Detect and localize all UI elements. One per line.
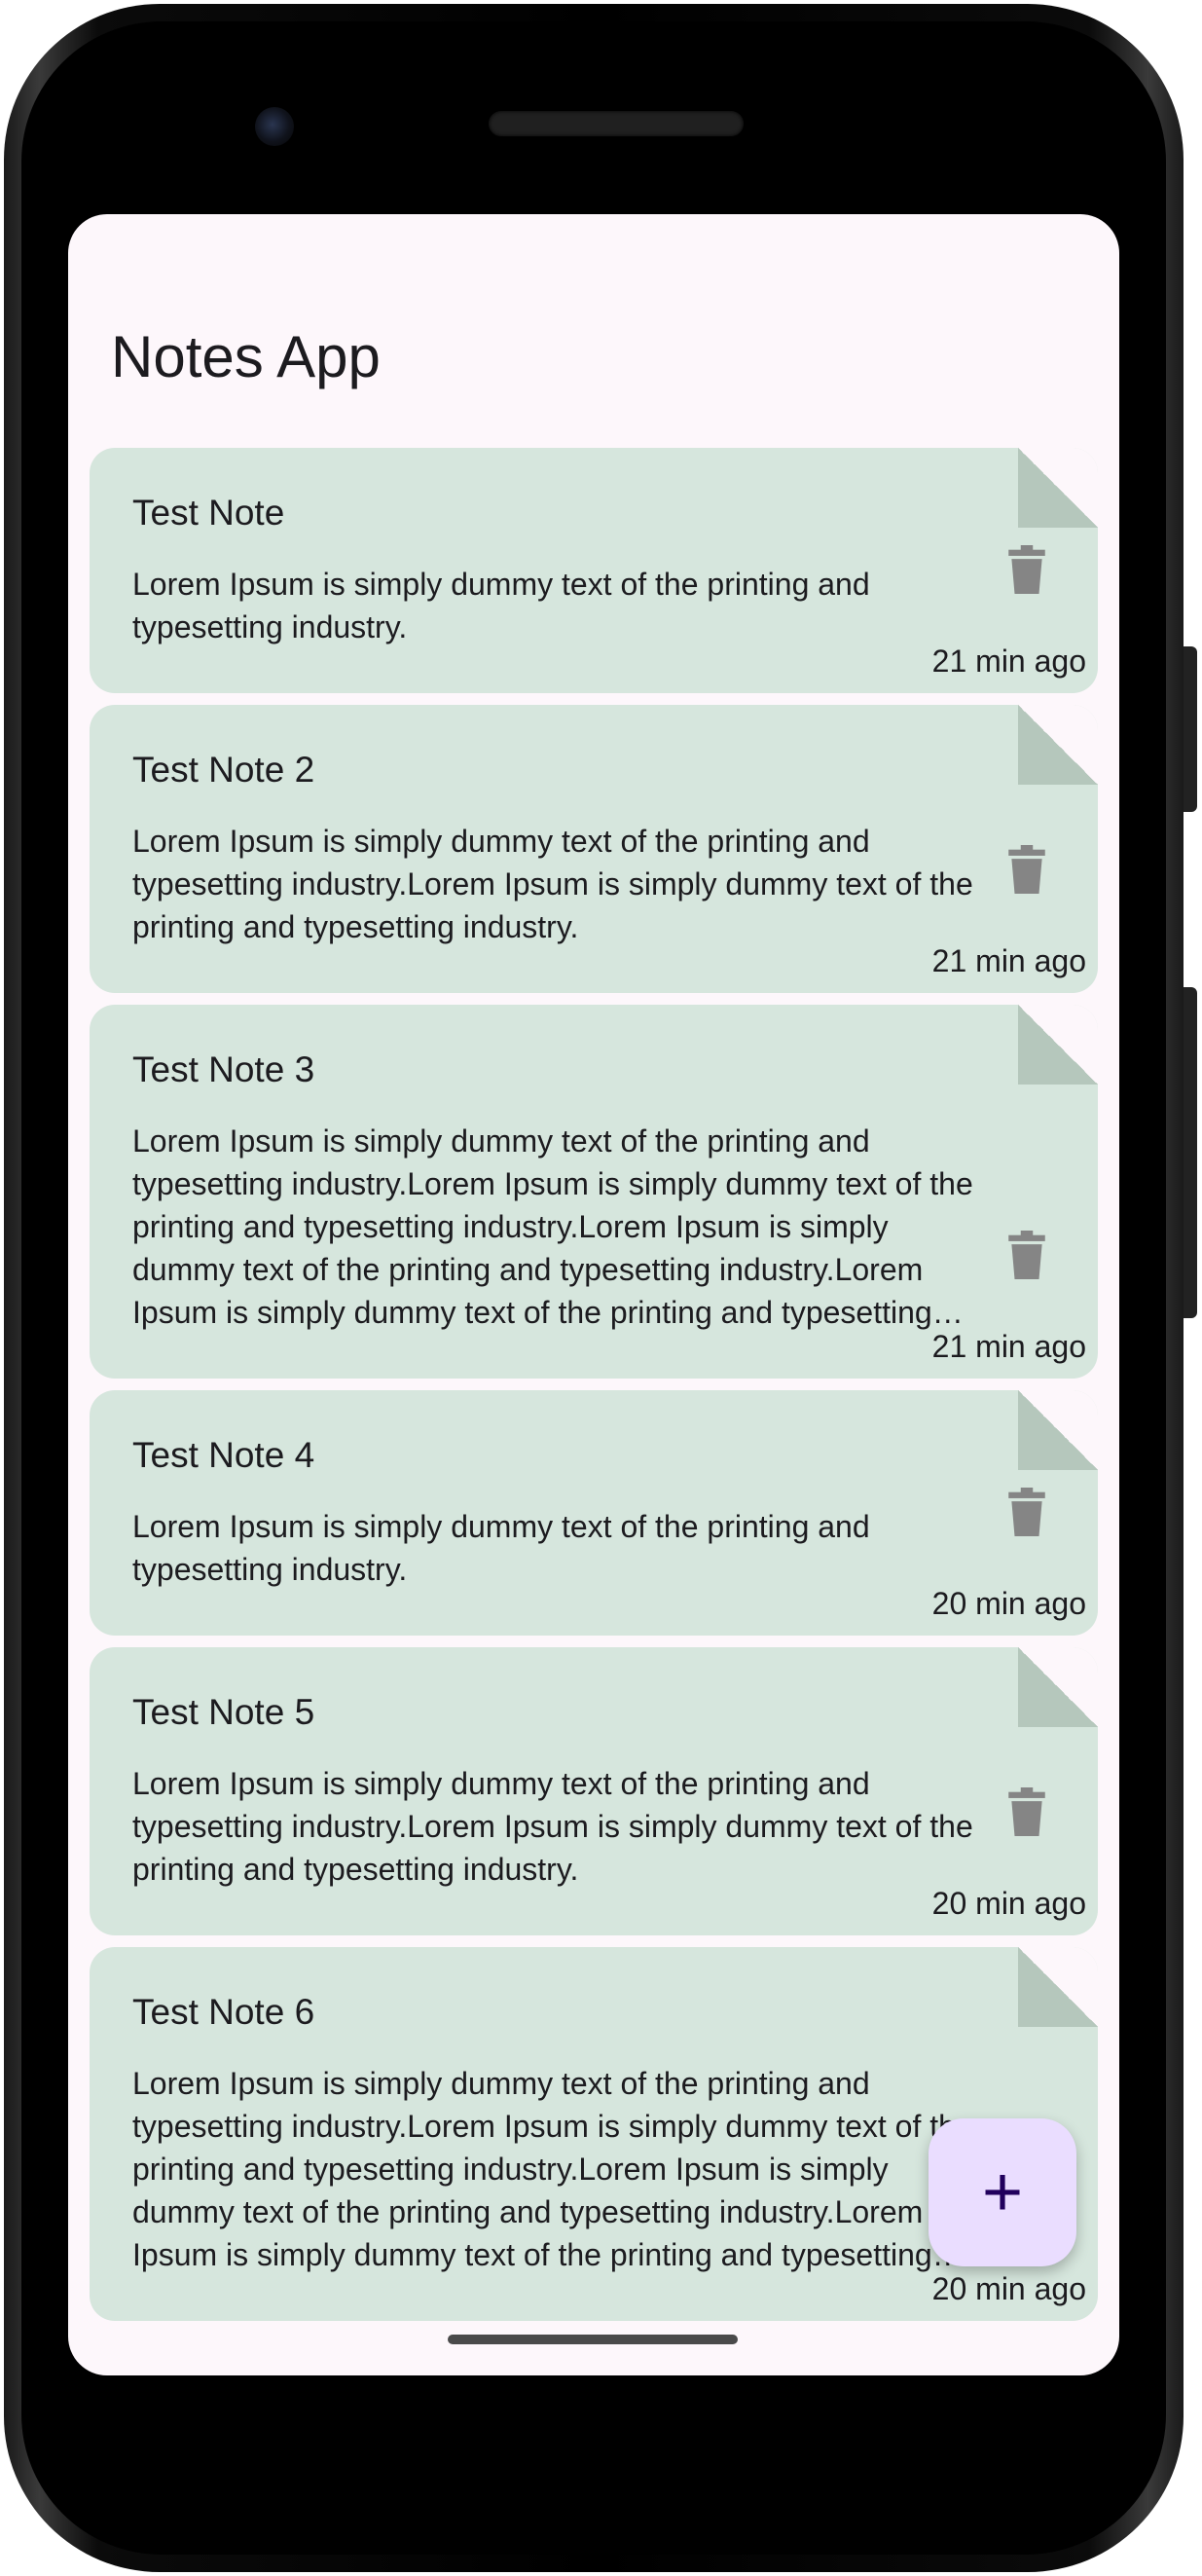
note-title: Test Note 2 xyxy=(132,750,315,790)
trash-icon[interactable] xyxy=(1008,1488,1045,1536)
note-title: Test Note 4 xyxy=(132,1435,315,1475)
note-body: Lorem Ipsum is simply dummy text of the … xyxy=(132,824,973,944)
note-fold-corner xyxy=(1018,1947,1098,2027)
note-card[interactable]: Test Note 2 Lorem Ipsum is simply dummy … xyxy=(90,705,1098,993)
trash-icon[interactable] xyxy=(1008,845,1045,894)
note-fold-corner xyxy=(1018,1390,1098,1470)
note-fold-corner xyxy=(1018,448,1098,528)
note-card[interactable]: Test Note 5 Lorem Ipsum is simply dummy … xyxy=(90,1647,1098,1935)
volume-button xyxy=(1184,646,1197,812)
note-title: Test Note xyxy=(132,493,285,533)
status-bar xyxy=(68,214,1119,273)
note-body: Lorem Ipsum is simply dummy text of the … xyxy=(132,567,870,644)
power-button xyxy=(1184,987,1197,1318)
note-body: Lorem Ipsum is simply dummy text of the … xyxy=(132,1509,870,1587)
earpiece-speaker xyxy=(489,111,744,136)
note-timestamp: 20 min ago xyxy=(931,2271,1086,2306)
trash-icon[interactable] xyxy=(1008,545,1045,594)
note-timestamp: 20 min ago xyxy=(931,1586,1086,1621)
device-screen: Notes App Test Note Lorem Ipsum is simpl… xyxy=(68,214,1119,2375)
note-body: Lorem Ipsum is simply dummy text of the … xyxy=(132,2066,973,2272)
trash-icon[interactable] xyxy=(1008,1231,1045,1279)
note-timestamp: 21 min ago xyxy=(931,1329,1086,1364)
note-title: Test Note 6 xyxy=(132,1992,315,2032)
add-icon: + xyxy=(981,2153,1024,2231)
app-title: Notes App xyxy=(111,324,381,389)
note-timestamp: 20 min ago xyxy=(931,1886,1086,1921)
front-camera xyxy=(255,107,294,146)
note-card[interactable]: Test Note Lorem Ipsum is simply dummy te… xyxy=(90,448,1098,693)
note-body: Lorem Ipsum is simply dummy text of the … xyxy=(132,1766,973,1887)
note-title: Test Note 5 xyxy=(132,1692,315,1732)
note-timestamp: 21 min ago xyxy=(931,644,1086,679)
note-card[interactable]: Test Note 4 Lorem Ipsum is simply dummy … xyxy=(90,1390,1098,1636)
note-timestamp: 21 min ago xyxy=(931,943,1086,978)
add-note-button[interactable]: + xyxy=(929,2118,1076,2266)
note-body: Lorem Ipsum is simply dummy text of the … xyxy=(132,1123,973,1330)
note-fold-corner xyxy=(1018,705,1098,785)
trash-icon[interactable] xyxy=(1008,1787,1045,1836)
home-indicator[interactable] xyxy=(448,2335,738,2344)
note-fold-corner xyxy=(1018,1005,1098,1085)
notes-list: Test Note Lorem Ipsum is simply dummy te… xyxy=(90,448,1098,2333)
note-title: Test Note 3 xyxy=(132,1049,315,1089)
note-card[interactable]: Test Note 3 Lorem Ipsum is simply dummy … xyxy=(90,1005,1098,1379)
note-fold-corner xyxy=(1018,1647,1098,1727)
